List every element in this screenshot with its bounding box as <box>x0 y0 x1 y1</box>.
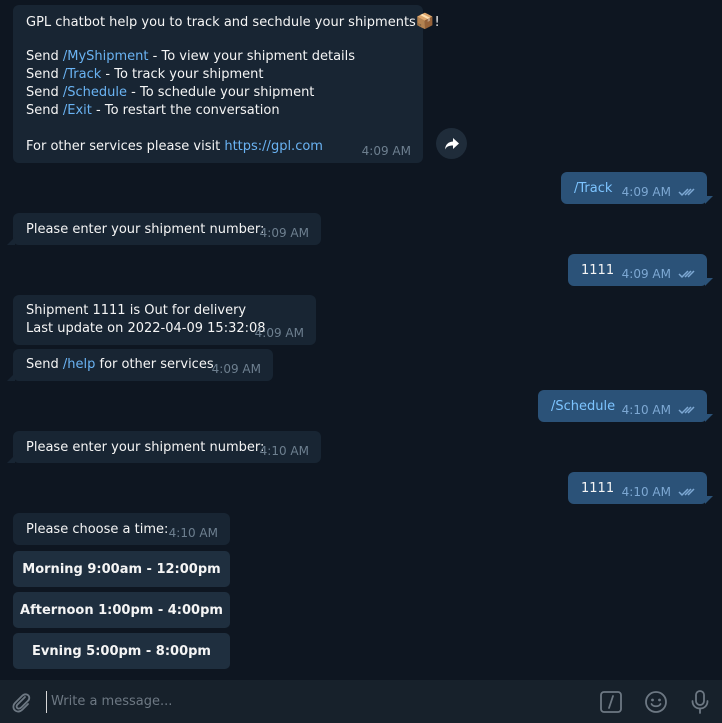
footer-text: For other services please visit <box>26 139 225 154</box>
command-desc: - To track your shipment <box>101 67 264 82</box>
website-link[interactable]: https://gpl.com <box>224 139 323 154</box>
bot-commands-icon[interactable] <box>600 691 622 717</box>
emoji-icon[interactable] <box>644 690 668 718</box>
message-time: 4:10 AM <box>259 444 309 458</box>
intro-title: GPL chatbot help you to track and sechdu… <box>26 12 440 32</box>
command-desc: - To schedule your shipment <box>127 85 315 100</box>
microphone-icon[interactable] <box>690 689 710 719</box>
command-desc: - To view your shipment details <box>148 49 356 64</box>
command-prefix: Send <box>26 49 63 64</box>
message-time: 4:10 AM <box>168 526 218 540</box>
read-checkmarks-icon <box>678 270 695 279</box>
command-line-myshipment: Send /MyShipment - To view your shipment… <box>26 48 355 66</box>
time-slot-button-morning[interactable]: Morning 9:00am - 12:00pm <box>13 551 230 587</box>
message-time: 4:09 AM <box>211 362 261 376</box>
intro-title-suffix: ! <box>434 15 440 30</box>
command-line-track: Send /Track - To track your shipment <box>26 66 264 84</box>
command-link-track[interactable]: /Track <box>63 67 101 82</box>
command-link-schedule[interactable]: /Schedule <box>63 85 127 100</box>
message-time: 4:09 AM <box>259 226 309 240</box>
forward-button[interactable] <box>436 128 467 159</box>
message-time: 4:09 AM <box>621 267 671 281</box>
help-line: Send /help for other services <box>26 356 214 374</box>
read-checkmarks-icon <box>678 488 695 497</box>
command-link-exit[interactable]: /Exit <box>63 103 92 118</box>
outgoing-message-number: 1111 4:10 AM <box>568 472 707 504</box>
message-text: /Track <box>574 181 613 196</box>
message-text: 1111 <box>581 481 615 496</box>
message-text: Please enter your shipment number: <box>26 440 265 455</box>
incoming-message-choose-time: Please choose a time: 4:10 AM <box>13 513 230 545</box>
message-time: 4:09 AM <box>621 185 671 199</box>
message-composer: Write a message... <box>0 680 722 723</box>
message-text: 1111 <box>581 263 615 278</box>
message-time: 4:09 AM <box>254 326 304 340</box>
chat-area: GPL chatbot help you to track and sechdu… <box>0 0 722 680</box>
bot-intro-message: GPL chatbot help you to track and sechdu… <box>13 5 440 163</box>
command-link-myshipment[interactable]: /MyShipment <box>63 49 149 64</box>
message-time: 4:09 AM <box>361 144 411 158</box>
read-checkmarks-icon <box>678 406 695 415</box>
incoming-message-enter-number: Please enter your shipment number: 4:10 … <box>7 431 321 463</box>
command-desc: - To restart the conversation <box>91 103 280 118</box>
read-checkmarks-icon <box>678 188 695 197</box>
outgoing-message-schedule: /Schedule 4:10 AM <box>538 390 707 422</box>
help-suffix: for other services <box>95 357 214 372</box>
message-time: 4:10 AM <box>621 485 671 499</box>
command-prefix: Send <box>26 67 63 82</box>
status-line: Shipment 1111 is Out for delivery <box>26 303 247 318</box>
package-emoji-icon: 📦 <box>415 12 435 30</box>
command-link-help[interactable]: /help <box>63 357 95 372</box>
message-text: /Schedule <box>551 399 616 414</box>
intro-title-text: GPL chatbot help you to track and sechdu… <box>26 15 416 30</box>
message-time: 4:10 AM <box>621 403 671 417</box>
time-slot-button-evening[interactable]: Evning 5:00pm - 8:00pm <box>13 633 230 669</box>
last-update-line: Last update on 2022-04-09 15:32:08 <box>26 321 266 336</box>
incoming-message-status: Shipment 1111 is Out for delivery Last u… <box>13 295 316 345</box>
command-line-exit: Send /Exit - To restart the conversation <box>26 102 280 120</box>
message-text: Please enter your shipment number: <box>26 222 265 237</box>
command-prefix: Send <box>26 85 63 100</box>
attach-icon[interactable] <box>10 690 32 718</box>
incoming-message-help: Send /help for other services 4:09 AM <box>7 349 273 381</box>
forward-arrow-icon <box>444 137 459 149</box>
command-line-schedule: Send /Schedule - To schedule your shipme… <box>26 84 314 102</box>
outgoing-message-track: /Track 4:09 AM <box>561 172 707 204</box>
outgoing-message-number: 1111 4:09 AM <box>568 254 707 286</box>
command-prefix: Send <box>26 103 63 118</box>
intro-footer: For other services please visit https://… <box>26 138 323 156</box>
help-prefix: Send <box>26 357 63 372</box>
message-text: Please choose a time: <box>26 522 169 537</box>
incoming-message-enter-number: Please enter your shipment number: 4:09 … <box>7 213 321 245</box>
message-input[interactable]: Write a message... <box>46 691 571 713</box>
time-slot-button-afternoon[interactable]: Afternoon 1:00pm - 4:00pm <box>13 592 230 628</box>
